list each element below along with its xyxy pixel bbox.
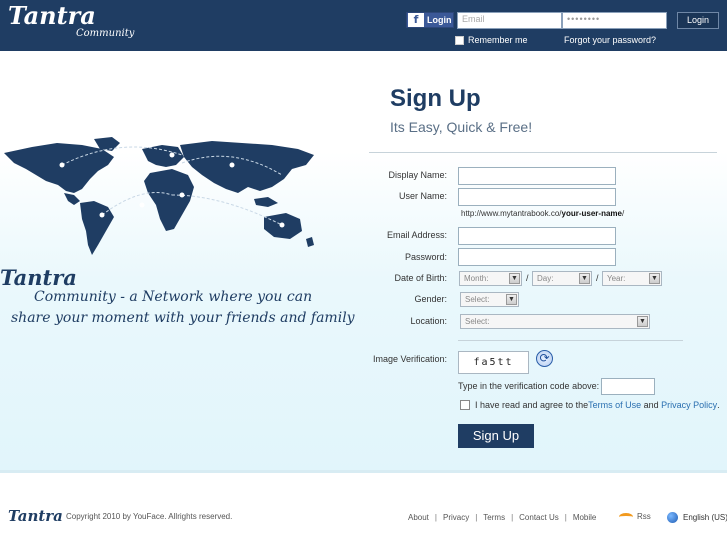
user-name-label: User Name:	[398, 191, 447, 201]
footer-link-about[interactable]: About	[408, 513, 429, 522]
url-suffix: /	[621, 209, 625, 218]
agree-and: and	[641, 400, 662, 410]
chevron-down-icon: ▼	[637, 316, 648, 327]
login-button[interactable]: Login	[677, 12, 719, 29]
footer-link-mobile[interactable]: Mobile	[573, 513, 597, 522]
chevron-down-icon: ▼	[579, 273, 590, 284]
footer-separator: |	[475, 513, 478, 522]
footer-separator: |	[564, 513, 567, 522]
dob-month-value: Month:	[464, 274, 489, 283]
language-selector[interactable]: English (US)	[667, 512, 727, 523]
terms-of-use-link[interactable]: Terms of Use	[588, 400, 641, 410]
gender-select[interactable]: Select: ▼	[460, 292, 519, 307]
tagline-brand: Tantra	[0, 265, 77, 290]
location-select[interactable]: Select: ▼	[460, 314, 650, 329]
password-field[interactable]	[458, 248, 616, 266]
dob-month-select[interactable]: Month: ▼	[459, 271, 522, 286]
rss-label: Rss	[637, 512, 651, 521]
tagline-line-1: Community - a Network where you can	[34, 289, 313, 305]
footer-link-terms[interactable]: Terms	[483, 513, 505, 522]
terms-agreement: I have read and agree to the Terms of Us…	[460, 400, 720, 410]
display-name-input[interactable]	[458, 167, 616, 185]
chevron-down-icon: ▼	[509, 273, 520, 284]
logo-text: Tantra	[8, 1, 96, 30]
signup-subtitle: Its Easy, Quick & Free!	[390, 119, 533, 135]
url-username: your-user-name	[561, 209, 622, 218]
language-label: English (US)	[683, 513, 727, 522]
captcha-image: fa5tt	[458, 351, 529, 374]
band-bottom-edge	[0, 470, 727, 473]
remember-me[interactable]: Remember me	[455, 35, 528, 45]
footer-logo[interactable]: Tantra	[8, 507, 63, 525]
globe-icon	[667, 512, 678, 523]
chevron-down-icon: ▼	[649, 273, 660, 284]
site-logo[interactable]: Tantra Community	[8, 1, 134, 40]
privacy-policy-link[interactable]: Privacy Policy	[661, 400, 717, 410]
password-input[interactable]: ••••••••	[562, 12, 667, 29]
world-map-illustration	[4, 137, 314, 255]
facebook-login-label: Login	[427, 15, 452, 25]
email-address-input[interactable]	[458, 227, 616, 245]
form-divider-2	[458, 340, 683, 341]
dob-separator: /	[596, 273, 599, 283]
footer-separator: |	[434, 513, 437, 522]
logo-subtext: Community	[76, 28, 135, 39]
signup-title: Sign Up	[390, 85, 481, 112]
footer-copyright: Copyright 2010 by YouFace. Allrights res…	[66, 512, 233, 521]
footer-link-privacy[interactable]: Privacy	[443, 513, 469, 522]
gender-value: Select:	[465, 295, 490, 304]
facebook-icon: f	[408, 13, 424, 27]
dob-year-select[interactable]: Year: ▼	[602, 271, 662, 286]
rss-link[interactable]: Rss	[619, 512, 651, 521]
chevron-down-icon: ▼	[506, 294, 517, 305]
user-name-input[interactable]	[458, 188, 616, 206]
form-divider	[369, 152, 717, 153]
tagline-line-2: share your moment with your friends and …	[11, 310, 355, 326]
url-prefix: http://www.mytantrabook.co/	[461, 209, 562, 218]
image-verification-label: Image Verification:	[372, 354, 447, 364]
profile-url-hint: http://www.mytantrabook.co/your-user-nam…	[461, 209, 624, 218]
footer-separator: |	[511, 513, 514, 522]
verification-code-label: Type in the verification code above:	[458, 381, 600, 391]
refresh-captcha-icon[interactable]: ⟳	[536, 350, 553, 367]
dob-year-value: Year:	[607, 274, 626, 283]
email-label: Email Address:	[386, 230, 447, 240]
password-label: Password:	[404, 252, 447, 262]
dob-day-value: Day:	[537, 274, 554, 283]
dob-day-select[interactable]: Day: ▼	[532, 271, 592, 286]
remember-me-label: Remember me	[468, 35, 528, 45]
footer-link-contact[interactable]: Contact Us	[519, 513, 559, 522]
location-label: Location:	[410, 316, 447, 326]
gender-label: Gender:	[414, 294, 447, 304]
dob-separator: /	[526, 273, 529, 283]
email-input[interactable]: Email	[457, 12, 562, 29]
sign-up-button[interactable]: Sign Up	[458, 424, 534, 448]
forgot-password-link[interactable]: Forgot your password?	[564, 35, 656, 45]
remember-me-checkbox[interactable]	[455, 35, 464, 45]
agree-text: I have read and agree to the	[475, 400, 589, 410]
facebook-login-button[interactable]: f Login	[406, 12, 454, 28]
location-value: Select:	[465, 317, 490, 326]
display-name-label: Display Name:	[388, 170, 447, 180]
footer-links: About | Privacy | Terms | Contact Us | M…	[408, 513, 596, 522]
dob-label: Date of Birth:	[394, 273, 447, 283]
agree-period: .	[717, 400, 720, 410]
terms-checkbox[interactable]	[460, 400, 470, 410]
top-navbar: Tantra Community f Login Email •••••••• …	[0, 0, 727, 51]
verification-code-input[interactable]	[601, 378, 655, 395]
rss-icon	[619, 512, 633, 521]
